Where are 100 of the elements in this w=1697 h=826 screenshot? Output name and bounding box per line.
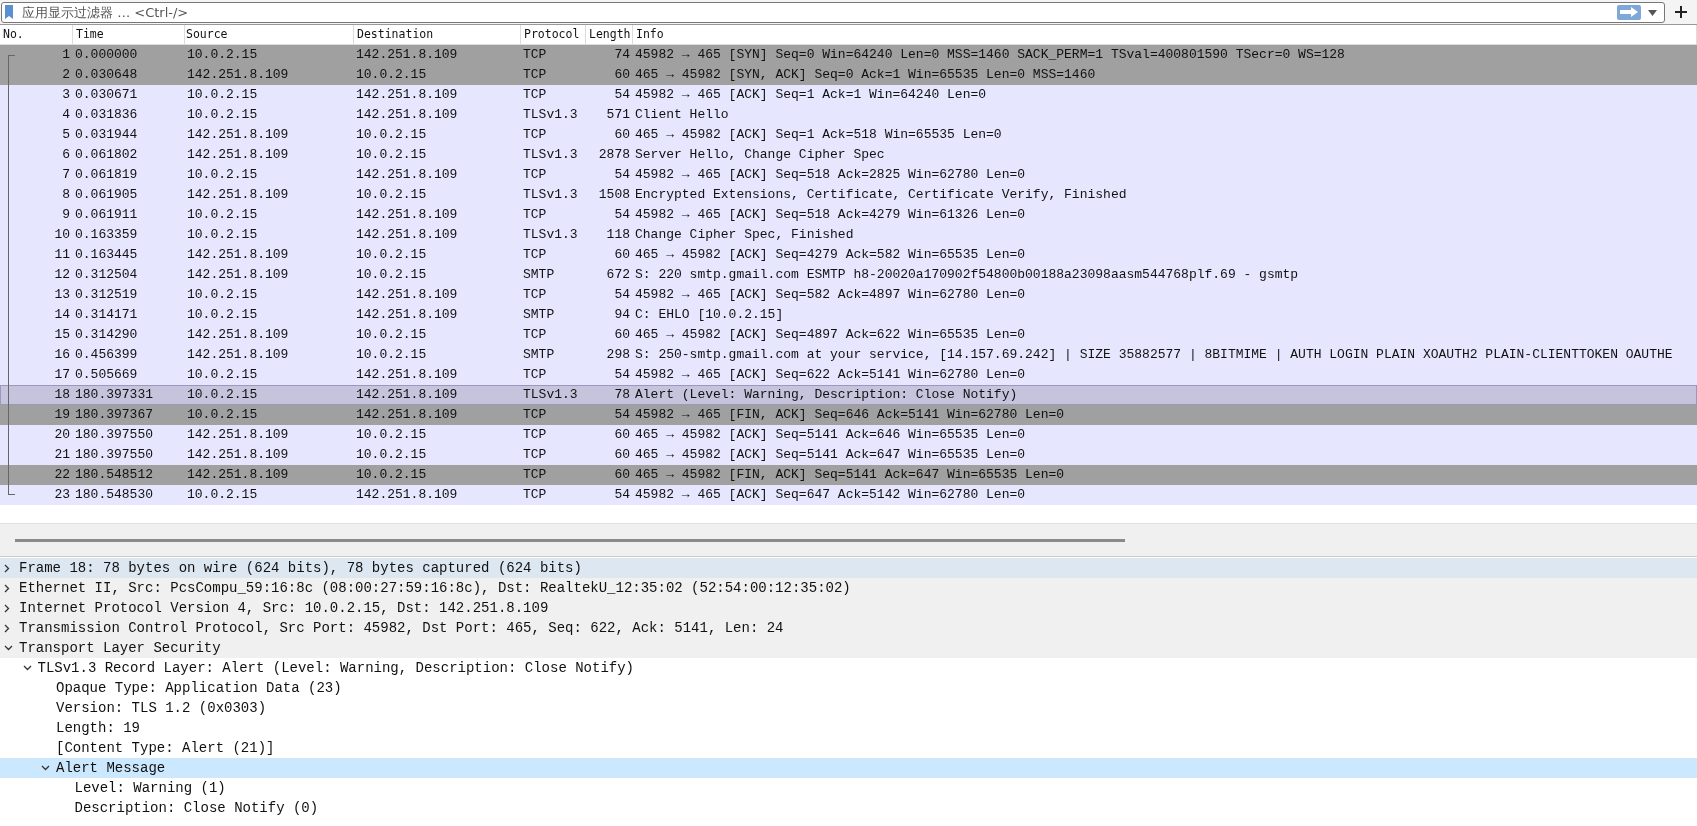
destination-cell-text: 10.0.2.15 <box>355 246 428 264</box>
chevron-down-icon[interactable] <box>22 665 32 671</box>
source-cell-text: 142.251.8.109 <box>186 246 290 264</box>
time-cell-text: 0.312504 <box>74 266 139 284</box>
source-cell-text: 142.251.8.109 <box>186 346 290 364</box>
destination-cell-text: 10.0.2.15 <box>355 186 428 204</box>
packet-row[interactable]: 11 0.163445 142.251.8.109 10.0.2.15 TCP 60 465 → 45982 [ACK] Seq=4279 Ack=582 Win=65535 Len=0 <box>0 245 1697 265</box>
detail-tree-row[interactable]: Version: TLS 1.2 (0x0303) <box>0 698 1697 718</box>
detail-tree-row[interactable]: [Content Type: Alert (21)] <box>0 738 1697 758</box>
packet-row[interactable]: 22 180.548512 142.251.8.109 10.0.2.15 TCP 60 465 → 45982 [FIN, ACK] Seq=5141 Ack=647 Win=65535 Len=0 <box>0 465 1697 485</box>
number-cell-text: 21 <box>53 446 71 464</box>
time-cell-text: 180.548512 <box>74 466 154 484</box>
protocol-cell-text: TCP <box>522 206 548 224</box>
length-cell-text: 60 <box>613 426 631 444</box>
detail-tree-row[interactable]: Level: Warning (1) <box>0 778 1697 798</box>
destination-cell-text: 10.0.2.15 <box>355 446 428 464</box>
detail-tree-row[interactable]: Frame 18: 78 bytes on wire (624 bits), 78 bytes captured (624 bits) <box>0 558 1697 578</box>
detail-tree-row[interactable]: Description: Close Notify (0) <box>0 798 1697 818</box>
number-cell-text: 9 <box>61 206 71 224</box>
detail-text: Frame 18: 78 bytes on wire (624 bits), 78 bytes captured (624 bits) <box>19 560 582 576</box>
length-cell-text: 60 <box>613 246 631 264</box>
detail-text: Alert Message <box>56 760 166 776</box>
info-cell-text: Server Hello, Change Cipher Spec <box>634 146 886 164</box>
packet-row[interactable]: 21 180.397550 142.251.8.109 10.0.2.15 TCP 60 465 → 45982 [ACK] Seq=5141 Ack=647 Win=65535 Len=0 <box>0 445 1697 465</box>
time-cell-text: 180.397331 <box>74 386 154 404</box>
packet-row[interactable]: 16 0.456399 142.251.8.109 10.0.2.15 SMTP 298 S: 250-smtp.gmail.com at your service, [14.157.69.242] | SIZE 35882577 | 8BITMIME | AUTH LOGIN PLAIN XOAUTH2 PLAIN-CLIENTTOKEN OAUTHE <box>0 345 1697 365</box>
packet-row[interactable]: 6 0.061802 142.251.8.109 10.0.2.15 TLSv1.3 2878 Server Hello, Change Cipher Spec <box>0 145 1697 165</box>
detail-tree-row[interactable]: Internet Protocol Version 4, Src: 10.0.2.15, Dst: 142.251.8.109 <box>0 598 1697 618</box>
packet-row[interactable]: 20 180.397550 142.251.8.109 10.0.2.15 TCP 60 465 → 45982 [ACK] Seq=5141 Ack=646 Win=65535 Len=0 <box>0 425 1697 445</box>
packet-row[interactable]: 12 0.312504 142.251.8.109 10.0.2.15 SMTP 672 S: 220 smtp.gmail.com ESMTP h8-20020a170902f54800b00188a23098aasm544768plf.69 - gsmtp <box>0 265 1697 285</box>
detail-text: Length: 19 <box>56 720 140 736</box>
time-cell-text: 0.314290 <box>74 326 139 344</box>
length-cell-text: 60 <box>613 126 631 144</box>
horizontal-scrollbar[interactable] <box>15 538 1125 542</box>
number-cell-text: 16 <box>53 346 71 364</box>
packet-row[interactable]: 5 0.031944 142.251.8.109 10.0.2.15 TCP 60 465 → 45982 [ACK] Seq=1 Ack=518 Win=65535 Len=0 <box>0 125 1697 145</box>
number-cell-text: 6 <box>61 146 71 164</box>
column-header[interactable]: Source <box>185 25 354 44</box>
time-cell-text: 0.505669 <box>74 366 139 384</box>
detail-tree-row[interactable]: Ethernet II, Src: PcsCompu_59:16:8c (08:00:27:59:16:8c), Dst: RealtekU_12:35:02 (52:54:00:12:35:02) <box>0 578 1697 598</box>
add-filter-button[interactable] <box>1675 6 1687 18</box>
source-cell-text: 10.0.2.15 <box>186 106 259 124</box>
number-cell-text: 7 <box>61 166 71 184</box>
time-cell-text: 0.061905 <box>74 186 139 204</box>
packet-row[interactable]: 23 180.548530 10.0.2.15 142.251.8.109 TCP 54 45982 → 465 [ACK] Seq=647 Ack=5142 Win=62780 Len=0 <box>0 485 1697 505</box>
display-filter-field[interactable]: 应用显示过滤器 … <Ctrl-/> <box>1 1 1665 23</box>
number-cell-text: 23 <box>53 486 71 504</box>
packet-row[interactable]: 15 0.314290 142.251.8.109 10.0.2.15 TCP 60 465 → 45982 [ACK] Seq=4897 Ack=622 Win=65535 Len=0 <box>0 325 1697 345</box>
protocol-cell-text: TCP <box>522 366 548 384</box>
detail-tree-row[interactable]: Opaque Type: Application Data (23) <box>0 678 1697 698</box>
column-header[interactable]: Destination <box>354 25 521 44</box>
column-header[interactable]: Length <box>586 25 633 44</box>
detail-tree-row[interactable]: TLSv1.3 Record Layer: Alert (Level: Warning, Description: Close Notify) <box>0 658 1697 678</box>
detail-text: Transmission Control Protocol, Src Port: 45982, Dst Port: 465, Seq: 622, Ack: 5141, Len: 24 <box>19 620 784 636</box>
column-header[interactable]: Time <box>73 25 185 44</box>
info-cell-text: Alert (Level: Warning, Description: Close Notify) <box>634 386 1019 404</box>
number-cell-text: 20 <box>53 426 71 444</box>
packet-row[interactable]: 14 0.314171 10.0.2.15 142.251.8.109 SMTP 94 C: EHLO [10.0.2.15] <box>0 305 1697 325</box>
length-cell-text: 78 <box>613 386 631 404</box>
length-cell-text: 54 <box>613 166 631 184</box>
detail-text: [Content Type: Alert (21)] <box>56 740 275 756</box>
dropdown-caret-icon[interactable] <box>1648 9 1657 16</box>
protocol-cell-text: TCP <box>522 246 548 264</box>
number-cell-text: 13 <box>53 286 71 304</box>
packet-row[interactable]: 3 0.030671 10.0.2.15 142.251.8.109 TCP 54 45982 → 465 [ACK] Seq=1 Ack=1 Win=64240 Len=0 <box>0 85 1697 105</box>
packet-row[interactable]: 4 0.031836 10.0.2.15 142.251.8.109 TLSv1.3 571 Client Hello <box>0 105 1697 125</box>
packet-row[interactable]: 19 180.397367 10.0.2.15 142.251.8.109 TCP 54 45982 → 465 [FIN, ACK] Seq=646 Ack=5141 Win=62780 Len=0 <box>0 405 1697 425</box>
packet-row[interactable]: 10 0.163359 10.0.2.15 142.251.8.109 TLSv1.3 118 Change Cipher Spec, Finished <box>0 225 1697 245</box>
packet-row[interactable]: 18 180.397331 10.0.2.15 142.251.8.109 TLSv1.3 78 Alert (Level: Warning, Description: Close Notify) <box>0 385 1697 405</box>
destination-cell-text: 10.0.2.15 <box>355 466 428 484</box>
info-cell-text: 465 → 45982 [FIN, ACK] Seq=5141 Ack=647 Win=65535 Len=0 <box>634 466 1066 484</box>
bookmark-icon[interactable] <box>4 3 14 20</box>
destination-cell-text: 10.0.2.15 <box>355 146 428 164</box>
packet-row[interactable]: 17 0.505669 10.0.2.15 142.251.8.109 TCP 54 45982 → 465 [ACK] Seq=622 Ack=5141 Win=62780 Len=0 <box>0 365 1697 385</box>
packet-row[interactable]: 9 0.061911 10.0.2.15 142.251.8.109 TCP 54 45982 → 465 [ACK] Seq=518 Ack=4279 Win=61326 Len=0 <box>0 205 1697 225</box>
column-header[interactable]: No. <box>0 25 73 44</box>
column-header[interactable]: Protocol <box>521 25 586 44</box>
packet-row[interactable]: 2 0.030648 142.251.8.109 10.0.2.15 TCP 60 465 → 45982 [SYN, ACK] Seq=0 Ack=1 Win=65535 Len=0 MSS=1460 <box>0 65 1697 85</box>
packet-row[interactable]: 7 0.061819 10.0.2.15 142.251.8.109 TCP 54 45982 → 465 [ACK] Seq=518 Ack=2825 Win=62780 Len=0 <box>0 165 1697 185</box>
detail-tree-row[interactable]: Length: 19 <box>0 718 1697 738</box>
packet-row[interactable]: 1 0.000000 10.0.2.15 142.251.8.109 TCP 74 45982 → 465 [SYN] Seq=0 Win=64240 Len=0 MSS=1460 SACK_PERM=1 TSval=400801590 TSecr=0 WS=128 <box>0 45 1697 65</box>
number-cell-text: 5 <box>61 126 71 144</box>
source-cell-text: 142.251.8.109 <box>186 126 290 144</box>
packet-row[interactable]: 13 0.312519 10.0.2.15 142.251.8.109 TCP 54 45982 → 465 [ACK] Seq=582 Ack=4897 Win=62780 Len=0 <box>0 285 1697 305</box>
chevron-down-icon[interactable] <box>41 765 50 771</box>
chevron-down-icon[interactable] <box>4 645 13 651</box>
detail-text: Transport Layer Security <box>19 640 221 656</box>
number-cell-text: 4 <box>61 106 71 124</box>
number-cell-text: 19 <box>53 406 71 424</box>
protocol-cell-text: TCP <box>522 446 548 464</box>
time-cell-text: 0.000000 <box>74 46 139 64</box>
length-cell-text: 60 <box>613 466 631 484</box>
packet-row[interactable]: 8 0.061905 142.251.8.109 10.0.2.15 TLSv1.3 1508 Encrypted Extensions, Certificate, Certificate Verify, Finished <box>0 185 1697 205</box>
column-header[interactable]: Info <box>633 25 1697 44</box>
detail-tree-row[interactable]: Transport Layer Security <box>0 638 1697 658</box>
number-cell-text: 18 <box>53 386 71 404</box>
info-cell-text: Change Cipher Spec, Finished <box>634 226 855 244</box>
detail-tree-row[interactable]: Transmission Control Protocol, Src Port: 45982, Dst Port: 465, Seq: 622, Ack: 5141, Len: 24 <box>0 618 1697 638</box>
detail-tree-row[interactable]: Alert Message <box>0 758 1697 778</box>
time-cell-text: 0.312519 <box>74 286 139 304</box>
